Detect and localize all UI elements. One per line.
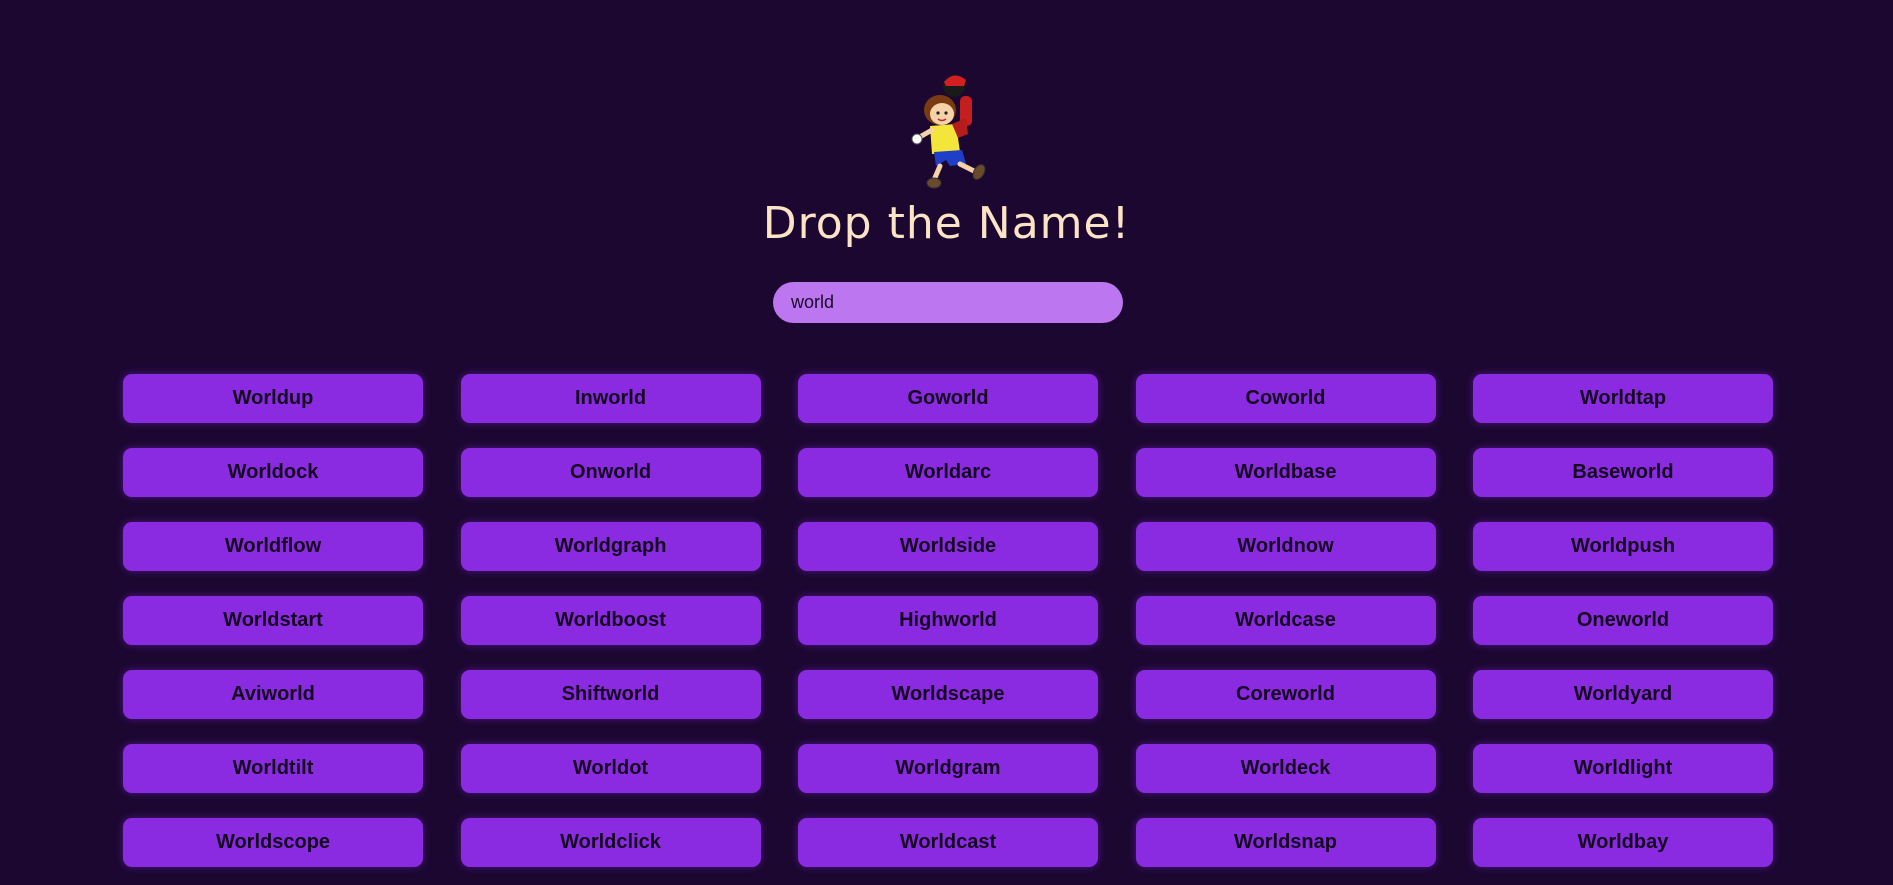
name-suggestion-button[interactable]: Worldcast (798, 818, 1098, 867)
name-suggestion-button[interactable]: Goworld (798, 374, 1098, 423)
name-suggestion-button[interactable]: Oneworld (1473, 596, 1773, 645)
page-title: Drop the Name! (762, 198, 1131, 249)
name-suggestion-button[interactable]: Inworld (460, 374, 761, 423)
name-suggestion-button[interactable]: Worldyard (1473, 670, 1773, 719)
name-suggestion-button[interactable]: Worldbase (1135, 448, 1436, 497)
name-suggestion-button[interactable]: Coreworld (1135, 670, 1436, 719)
name-suggestion-button[interactable]: Worldscope (123, 818, 423, 867)
name-suggestion-button[interactable]: Worldflow (123, 522, 423, 571)
name-suggestion-button[interactable]: Worldnow (1135, 522, 1436, 571)
name-suggestion-button[interactable]: Worldside (798, 522, 1098, 571)
search-input[interactable] (773, 282, 1123, 323)
name-suggestion-button[interactable]: Worldtap (1473, 374, 1773, 423)
name-suggestion-button[interactable]: Highworld (798, 596, 1098, 645)
name-suggestion-button[interactable]: Worldtilt (123, 744, 423, 793)
name-suggestion-button[interactable]: Worldsnap (1135, 818, 1436, 867)
name-suggestion-button[interactable]: Worldpush (1473, 522, 1773, 571)
name-suggestion-button[interactable]: Shiftworld (460, 670, 761, 719)
name-suggestion-button[interactable]: Worldgraph (460, 522, 761, 571)
name-suggestion-button[interactable]: Aviworld (123, 670, 423, 719)
app-page: Drop the Name! Worldup Inworld Goworld Cowo… (0, 0, 1893, 885)
mascot-illustration (911, 75, 986, 189)
name-suggestion-button[interactable]: Onworld (460, 448, 761, 497)
name-suggestion-button[interactable]: Worldscape (798, 670, 1098, 719)
name-suggestion-button[interactable]: Worldbay (1473, 818, 1773, 867)
name-suggestion-button[interactable]: Worldclick (460, 818, 761, 867)
name-suggestion-button[interactable]: Worldot (460, 744, 761, 793)
name-suggestion-button[interactable]: Worldup (123, 374, 423, 423)
name-suggestion-button[interactable]: Worldlight (1473, 744, 1773, 793)
name-suggestion-button[interactable]: Baseworld (1473, 448, 1773, 497)
name-suggestion-button[interactable]: Worldock (123, 448, 423, 497)
name-suggestion-button[interactable]: Worldboost (460, 596, 761, 645)
name-suggestion-button[interactable]: Worldeck (1135, 744, 1436, 793)
name-suggestion-button[interactable]: Worldcase (1135, 596, 1436, 645)
name-suggestion-button[interactable]: Worldstart (123, 596, 423, 645)
name-suggestion-button[interactable]: Worldarc (798, 448, 1098, 497)
name-results-grid: Worldup Inworld Goworld Coworld Worldtap Worl… (123, 374, 1773, 867)
name-suggestion-button[interactable]: Worldgram (798, 744, 1098, 793)
name-suggestion-button[interactable]: Coworld (1135, 374, 1436, 423)
